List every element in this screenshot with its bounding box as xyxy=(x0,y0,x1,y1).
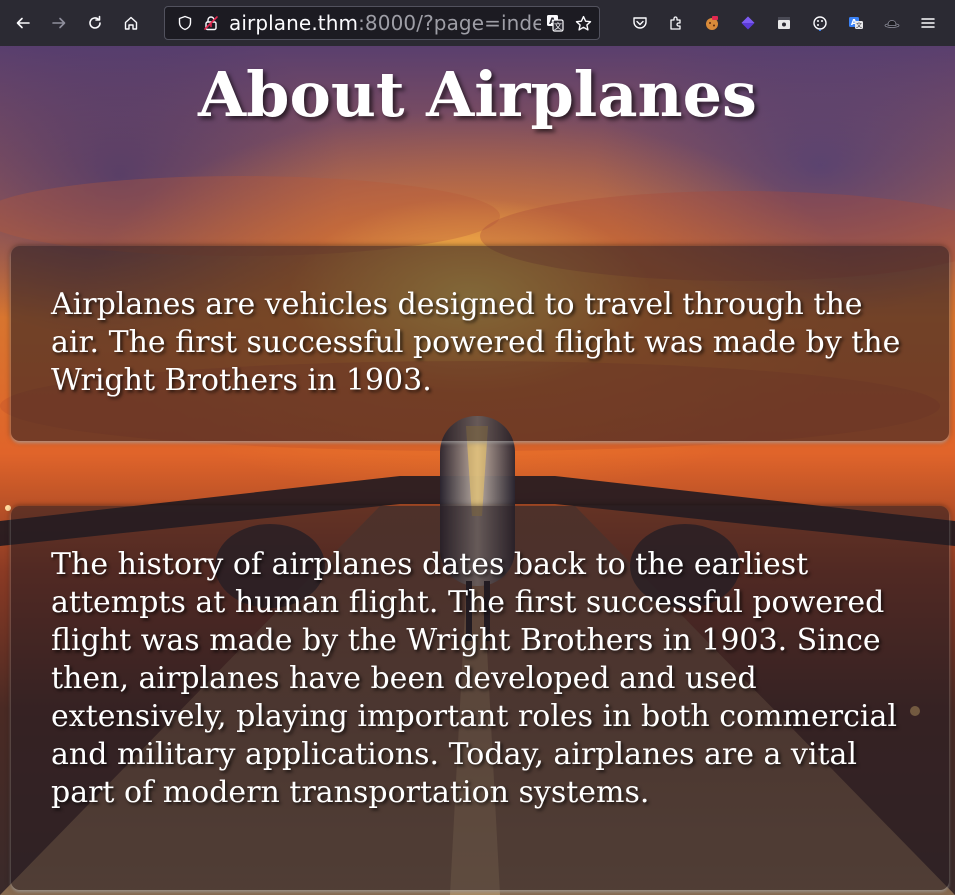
shield-icon[interactable] xyxy=(175,13,195,33)
home-icon xyxy=(124,16,138,30)
page-title: About Airplanes xyxy=(198,58,757,131)
nav-buttons xyxy=(8,8,146,38)
url-path: :8000/?page=index.html xyxy=(358,11,541,35)
extension-cookie-button[interactable] xyxy=(698,8,726,38)
lock-warning-icon[interactable] xyxy=(201,13,221,33)
forward-icon xyxy=(52,17,66,29)
forward-button[interactable] xyxy=(44,8,74,38)
back-icon xyxy=(16,17,30,29)
browser-toolbar: airplane.thm:8000/?page=index.html A文 xyxy=(0,0,955,46)
cookie-icon xyxy=(706,16,718,30)
reload-button[interactable] xyxy=(80,8,110,38)
palette-icon xyxy=(813,16,827,31)
extension-diamond-button[interactable] xyxy=(734,8,762,38)
menu-icon xyxy=(921,18,935,28)
home-button[interactable] xyxy=(116,8,146,38)
translate-icon[interactable]: A文 xyxy=(545,13,565,33)
extension-hat-button[interactable] xyxy=(878,8,906,38)
svg-text:文: 文 xyxy=(856,22,862,30)
menu-button[interactable] xyxy=(914,8,942,38)
svg-text:文: 文 xyxy=(554,21,562,31)
extensions-icon xyxy=(670,16,681,30)
history-card: The history of airplanes dates back to t… xyxy=(11,506,949,890)
bookmark-star-icon[interactable] xyxy=(573,13,593,33)
web-page: About Airplanes Airplanes are vehicles d… xyxy=(0,46,955,895)
intro-paragraph: Airplanes are vehicles designed to trave… xyxy=(51,287,901,398)
history-paragraph: The history of airplanes dates back to t… xyxy=(51,547,897,810)
extension-clapper-button[interactable] xyxy=(770,8,798,38)
back-button[interactable] xyxy=(8,8,38,38)
extensions-button[interactable] xyxy=(662,8,690,38)
reload-icon xyxy=(89,15,101,29)
url-host: airplane.thm xyxy=(229,11,359,35)
intro-card: Airplanes are vehicles designed to trave… xyxy=(11,246,949,441)
diamond-icon xyxy=(741,16,755,30)
extension-palette-button[interactable] xyxy=(806,8,834,38)
translate-ext-icon: A文 xyxy=(849,17,863,30)
pocket-button[interactable] xyxy=(626,8,654,38)
url-text[interactable]: airplane.thm:8000/?page=index.html xyxy=(229,11,541,35)
extensions-area: A文 xyxy=(626,8,942,38)
pocket-icon xyxy=(633,17,647,29)
hat-icon xyxy=(884,20,900,28)
extension-translate-button[interactable]: A文 xyxy=(842,8,870,38)
address-bar[interactable]: airplane.thm:8000/?page=index.html A文 xyxy=(164,6,600,40)
url-actions: A文 xyxy=(545,13,593,33)
clapper-icon xyxy=(778,17,790,29)
